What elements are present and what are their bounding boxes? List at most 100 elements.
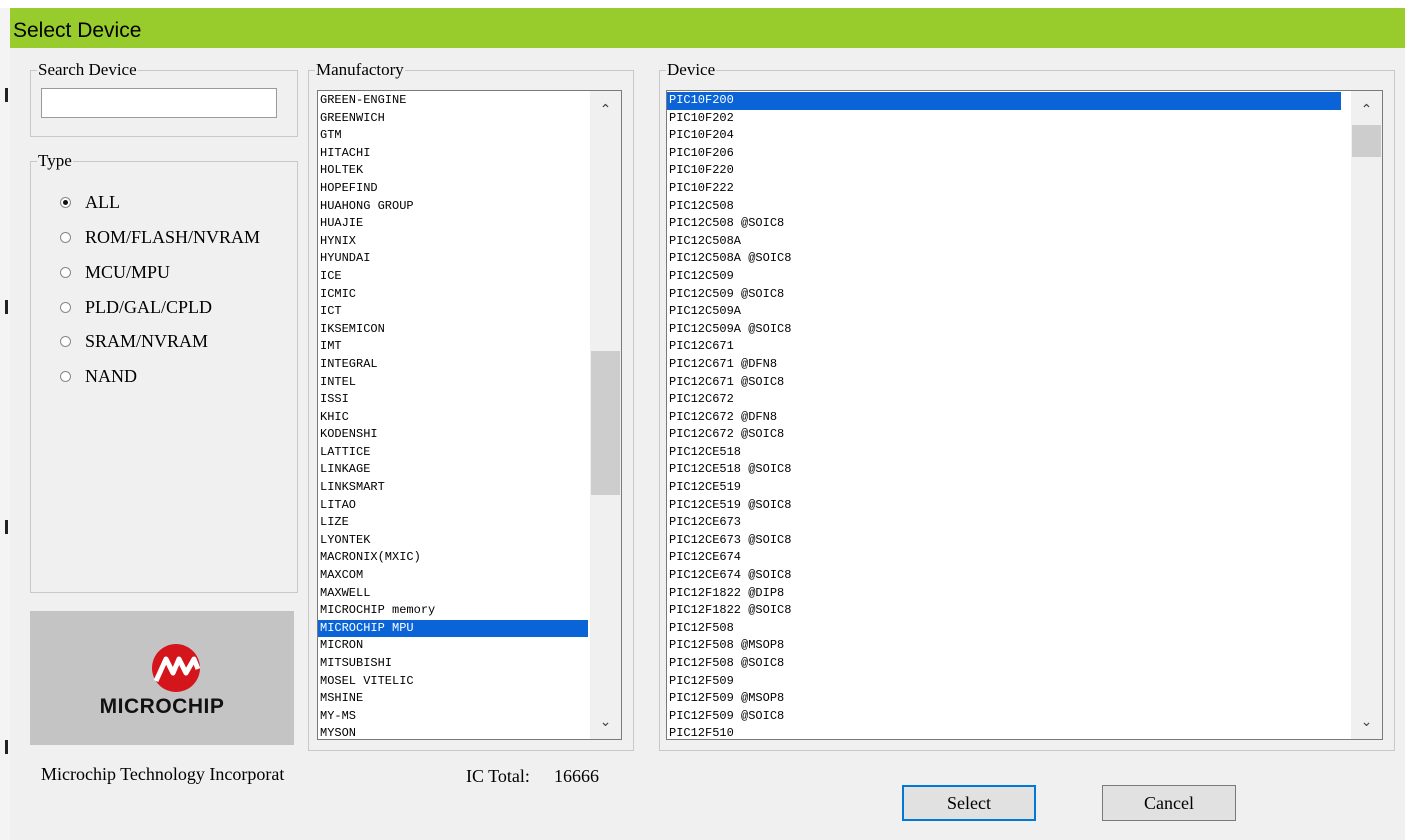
manufactory-list-item[interactable]: MICROCHIP MPU: [318, 619, 588, 638]
scroll-down-arrow-icon[interactable]: ⌄: [590, 711, 621, 733]
radio-button[interactable]: [60, 335, 71, 347]
device-list-item[interactable]: PIC12C509: [667, 268, 1341, 286]
manufactory-list-item[interactable]: GTM: [318, 127, 588, 145]
manufactory-scrollbar[interactable]: ⌃ ⌄: [590, 91, 621, 739]
device-list-item[interactable]: PIC12F509 @SOIC8: [667, 708, 1341, 726]
scroll-down-arrow-icon[interactable]: ⌄: [1351, 711, 1382, 733]
device-list-item[interactable]: PIC12CE673: [667, 514, 1341, 532]
type-option-nand[interactable]: NAND: [60, 365, 137, 387]
scroll-thumb[interactable]: [1352, 125, 1381, 157]
device-list-item[interactable]: PIC10F200: [667, 92, 1341, 110]
device-list-item[interactable]: PIC12CE518: [667, 444, 1341, 462]
device-list-item[interactable]: PIC12F508 @MSOP8: [667, 637, 1341, 655]
device-list-item[interactable]: PIC12F509 @MSOP8: [667, 690, 1341, 708]
scroll-up-arrow-icon[interactable]: ⌃: [590, 99, 621, 121]
manufactory-list-item[interactable]: HUAHONG GROUP: [318, 198, 588, 216]
device-list-item[interactable]: PIC12CE674: [667, 549, 1341, 567]
cancel-button[interactable]: Cancel: [1102, 785, 1236, 821]
device-list-item[interactable]: PIC12CE673 @SOIC8: [667, 532, 1341, 550]
manufactory-list-item[interactable]: ICE: [318, 268, 588, 286]
device-list-item[interactable]: PIC12CE674 @SOIC8: [667, 567, 1341, 585]
manufactory-list-item[interactable]: LINKSMART: [318, 479, 588, 497]
manufactory-list-item[interactable]: MY-MS: [318, 708, 588, 726]
type-option-pld-gal-cpld[interactable]: PLD/GAL/CPLD: [60, 296, 212, 318]
manufactory-list-item[interactable]: ICT: [318, 303, 588, 321]
type-option-mcu-mpu[interactable]: MCU/MPU: [60, 261, 170, 283]
device-list-item[interactable]: PIC12C508A: [667, 233, 1341, 251]
device-list-item[interactable]: PIC12C672: [667, 391, 1341, 409]
device-list-item[interactable]: PIC12C508: [667, 198, 1341, 216]
manufactory-list-item[interactable]: HOPEFIND: [318, 180, 588, 198]
device-list-item[interactable]: PIC12C671 @DFN8: [667, 356, 1341, 374]
manufactory-list-item[interactable]: ICMIC: [318, 286, 588, 304]
manufactory-list-item[interactable]: MAXWELL: [318, 585, 588, 603]
radio-button[interactable]: [60, 301, 71, 313]
manufactory-list-item[interactable]: LIZE: [318, 514, 588, 532]
manufactory-list-item[interactable]: MACRONIX(MXIC): [318, 549, 588, 567]
manufactory-list-item[interactable]: MSHINE: [318, 690, 588, 708]
manufactory-list-item[interactable]: MYSON: [318, 725, 588, 739]
manufactory-list-item[interactable]: MOSEL VITELIC: [318, 673, 588, 691]
manufactory-list-item[interactable]: HYUNDAI: [318, 250, 588, 268]
manufactory-list-item[interactable]: LITAO: [318, 497, 588, 515]
manufactory-list-item[interactable]: MAXCOM: [318, 567, 588, 585]
type-option-rom-flash-nvram[interactable]: ROM/FLASH/NVRAM: [60, 226, 260, 248]
manufactory-list-item[interactable]: MITSUBISHI: [318, 655, 588, 673]
scroll-thumb[interactable]: [591, 351, 620, 495]
device-list-item[interactable]: PIC12F509: [667, 673, 1341, 691]
manufactory-list-item[interactable]: LYONTEK: [318, 532, 588, 550]
device-list-item[interactable]: PIC12CE519: [667, 479, 1341, 497]
device-list-item[interactable]: PIC12C509A @SOIC8: [667, 321, 1341, 339]
manufactory-list-item[interactable]: HYNIX: [318, 233, 588, 251]
device-list-item[interactable]: PIC12C672 @DFN8: [667, 409, 1341, 427]
manufactory-list-item[interactable]: HITACHI: [318, 145, 588, 163]
device-list-item[interactable]: PIC12C672 @SOIC8: [667, 426, 1341, 444]
device-list-item[interactable]: PIC12C509A: [667, 303, 1341, 321]
manufactory-list-item[interactable]: LINKAGE: [318, 461, 588, 479]
manufactory-list-item[interactable]: MICROCHIP memory: [318, 602, 588, 620]
manufactory-list-item[interactable]: HOLTEK: [318, 162, 588, 180]
manufactory-list-item[interactable]: GREENWICH: [318, 110, 588, 128]
manufactory-list-item[interactable]: INTEL: [318, 374, 588, 392]
search-device-input[interactable]: [41, 88, 277, 118]
device-list-item[interactable]: PIC12C509 @SOIC8: [667, 286, 1341, 304]
device-listbox[interactable]: PIC10F200 PIC10F202 PIC10F204 PIC10F206 PIC1…: [666, 90, 1383, 740]
device-list-item[interactable]: PIC12F1822 @DIP8: [667, 585, 1341, 603]
type-option-all[interactable]: ALL: [60, 191, 120, 213]
device-list-item[interactable]: PIC12F508 @SOIC8: [667, 655, 1341, 673]
manufactory-listbox[interactable]: GREEN-ENGINE GREENWICH GTM HITACHI HOLTEK HOP…: [317, 90, 622, 740]
title-bar[interactable]: Select Device: [10, 8, 1405, 48]
manufactory-list-item[interactable]: IMT: [318, 338, 588, 356]
select-button[interactable]: Select: [902, 785, 1036, 821]
scroll-up-arrow-icon[interactable]: ⌃: [1351, 99, 1382, 121]
manufactory-list-item[interactable]: KODENSHI: [318, 426, 588, 444]
device-list-item[interactable]: PIC12F510: [667, 725, 1341, 739]
device-list-item[interactable]: PIC10F220: [667, 162, 1341, 180]
device-list-item[interactable]: PIC10F204: [667, 127, 1341, 145]
manufactory-list-item[interactable]: GREEN-ENGINE: [318, 92, 588, 110]
manufactory-list-item[interactable]: HUAJIE: [318, 215, 588, 233]
manufactory-list-item[interactable]: IKSEMICON: [318, 321, 588, 339]
device-list-item[interactable]: PIC12CE519 @SOIC8: [667, 497, 1341, 515]
device-list-item[interactable]: PIC12F1822 @SOIC8: [667, 602, 1341, 620]
manufactory-list-item[interactable]: INTEGRAL: [318, 356, 588, 374]
type-option-sram-nvram[interactable]: SRAM/NVRAM: [60, 330, 208, 352]
manufactory-list-item[interactable]: KHIC: [318, 409, 588, 427]
device-list-item[interactable]: PIC12C508 @SOIC8: [667, 215, 1341, 233]
radio-button[interactable]: [60, 266, 71, 278]
device-list-item[interactable]: PIC10F206: [667, 145, 1341, 163]
radio-button[interactable]: [60, 370, 71, 382]
device-scrollbar[interactable]: ⌃ ⌄: [1351, 91, 1382, 739]
device-list-item[interactable]: PIC10F202: [667, 110, 1341, 128]
device-list-item[interactable]: PIC12C671 @SOIC8: [667, 374, 1341, 392]
device-list-item[interactable]: PIC10F222: [667, 180, 1341, 198]
radio-button[interactable]: [60, 196, 71, 208]
manufactory-list-item[interactable]: MICRON: [318, 637, 588, 655]
device-list-item[interactable]: PIC12CE518 @SOIC8: [667, 461, 1341, 479]
manufactory-list-item[interactable]: ISSI: [318, 391, 588, 409]
manufactory-list-item[interactable]: LATTICE: [318, 444, 588, 462]
device-list-item[interactable]: PIC12C671: [667, 338, 1341, 356]
device-list-item[interactable]: PIC12F508: [667, 620, 1341, 638]
radio-button[interactable]: [60, 231, 71, 243]
device-list-item[interactable]: PIC12C508A @SOIC8: [667, 250, 1341, 268]
